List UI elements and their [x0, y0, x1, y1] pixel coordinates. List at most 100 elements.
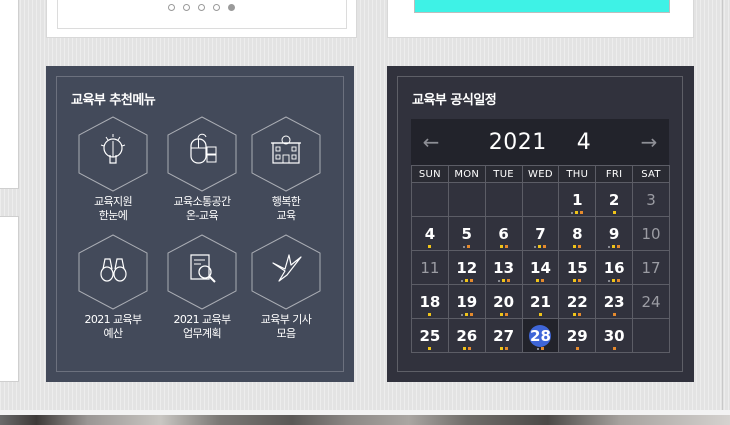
- calendar-day-7[interactable]: 7: [521, 216, 560, 251]
- menu-item-label: 2021 교육부 예산: [84, 313, 142, 340]
- weekday-thu: THU: [558, 165, 597, 183]
- event-markers: [412, 347, 448, 350]
- calendar-empty-cell: [521, 182, 560, 217]
- calendar-week-3: 11 12 13 14 15 16 17: [411, 250, 670, 285]
- event-markers: [412, 313, 448, 316]
- event-markers: [596, 313, 632, 316]
- slider-dot-4[interactable]: [213, 4, 220, 11]
- calendar-day-6[interactable]: 6: [484, 216, 523, 251]
- calendar-day-18[interactable]: 18: [411, 284, 449, 319]
- calendar-month: 4: [576, 129, 592, 155]
- event-markers: [559, 347, 595, 350]
- right-edge-divider: [722, 0, 723, 412]
- menu-item-label: 행복한 교육: [271, 195, 301, 222]
- calendar-day-16[interactable]: 16: [595, 250, 634, 285]
- menu-panel-title: 교육부 추천메뉴: [71, 93, 156, 108]
- calendar-empty-cell: [447, 182, 486, 217]
- document-search-icon: [167, 234, 237, 310]
- weekday-sat: SAT: [632, 165, 670, 183]
- menu-item-label: 2021 교육부 업무계획: [173, 313, 231, 340]
- menu-item-label: 교육부 기사 모음: [260, 313, 312, 340]
- event-markers: [596, 279, 632, 282]
- calendar-week-1: 123: [411, 182, 670, 217]
- idea-pen-icon: [78, 116, 148, 192]
- slider-dot-3[interactable]: [198, 4, 205, 11]
- calendar-day-21[interactable]: 21: [521, 284, 560, 319]
- event-markers: [523, 245, 559, 248]
- slider-dot-5[interactable]: [228, 4, 235, 11]
- slider-dot-2[interactable]: [183, 4, 190, 11]
- event-markers: [596, 347, 632, 350]
- event-markers: [596, 245, 632, 248]
- calendar-day-8[interactable]: 8: [558, 216, 597, 251]
- prev-month-arrow-icon[interactable]: ←: [411, 130, 451, 154]
- calendar-day-17[interactable]: 17: [632, 250, 670, 285]
- weekday-wed: WED: [521, 165, 560, 183]
- calendar-day-5[interactable]: 5: [447, 216, 486, 251]
- calendar-empty-cell: [632, 318, 670, 353]
- calendar-day-9[interactable]: 9: [595, 216, 634, 251]
- calendar-empty-cell: [484, 182, 523, 217]
- event-markers: [596, 211, 632, 214]
- calendar-day-27[interactable]: 27: [484, 318, 523, 353]
- event-markers: [449, 347, 485, 350]
- calendar-day-2[interactable]: 2: [595, 182, 634, 217]
- calendar-day-19[interactable]: 19: [447, 284, 486, 319]
- mouse-learning-icon: [167, 116, 237, 192]
- menu-item-3[interactable]: 행복한 교육: [246, 115, 326, 223]
- calendar-body: 1 2 3 4 5 6 7 8 9 10 11 12 13 14 15 16 17 18 19 20 21 22 23 24 2…: [411, 182, 670, 353]
- event-markers: [486, 347, 522, 350]
- calendar-day-14[interactable]: 14: [521, 250, 560, 285]
- weekday-header-row: SUN MON TUE WED THU FRI SAT: [411, 165, 670, 183]
- calendar-week-5: 25 26 27 28 29 30: [411, 318, 670, 353]
- event-markers: [559, 245, 595, 248]
- paper-crane-icon: [251, 234, 321, 310]
- calendar-day-28[interactable]: 28: [521, 318, 560, 353]
- calendar-day-13[interactable]: 13: [484, 250, 523, 285]
- calendar-day-10[interactable]: 10: [632, 216, 670, 251]
- event-markers: [449, 313, 485, 316]
- calendar-grid: SUN MON TUE WED THU FRI SAT 1 2 3 4 5 6 7 8 9 10 11 12 13 1…: [411, 165, 670, 353]
- event-markers: [559, 313, 595, 316]
- binoculars-icon: [78, 234, 148, 310]
- calendar-day-26[interactable]: 26: [447, 318, 486, 353]
- calendar-day-24[interactable]: 24: [632, 284, 670, 319]
- calendar-day-22[interactable]: 22: [558, 284, 597, 319]
- calendar-empty-cell: [411, 182, 449, 217]
- menu-item-2[interactable]: 교육소통공간 온-교육: [162, 115, 242, 223]
- slider-dot-1[interactable]: [168, 4, 175, 11]
- bottom-photo-strip: [0, 415, 730, 425]
- menu-item-1[interactable]: 교육지원 한눈에: [73, 115, 153, 223]
- calendar-day-25[interactable]: 25: [411, 318, 449, 353]
- calendar-day-1[interactable]: 1: [558, 182, 597, 217]
- calendar-day-15[interactable]: 15: [558, 250, 597, 285]
- calendar-day-30[interactable]: 30: [595, 318, 634, 353]
- event-markers: [486, 245, 522, 248]
- calendar-day-4[interactable]: 4: [411, 216, 449, 251]
- menu-item-6[interactable]: 교육부 기사 모음: [246, 233, 326, 341]
- menu-grid: 교육지원 한눈에 교육소통공간 온-교육 행복한 교육 2021 교육부 예산 2021…: [73, 115, 333, 355]
- calendar-day-20[interactable]: 20: [484, 284, 523, 319]
- menu-item-5[interactable]: 2021 교육부 업무계획: [162, 233, 242, 341]
- weekday-sun: SUN: [411, 165, 449, 183]
- slider-pagination: [47, 4, 356, 11]
- event-markers: [559, 279, 595, 282]
- calendar-day-29[interactable]: 29: [558, 318, 597, 353]
- event-markers: [523, 347, 559, 350]
- calendar-day-23[interactable]: 23: [595, 284, 634, 319]
- calendar-day-12[interactable]: 12: [447, 250, 486, 285]
- calendar-day-3[interactable]: 3: [632, 182, 670, 217]
- event-markers: [523, 279, 559, 282]
- calendar-day-11[interactable]: 11: [411, 250, 449, 285]
- event-markers: [559, 211, 595, 214]
- weekday-mon: MON: [447, 165, 486, 183]
- calendar-week-4: 18 19 20 21 22 23 24: [411, 284, 670, 319]
- menu-item-4[interactable]: 2021 교육부 예산: [73, 233, 153, 341]
- calendar-week-2: 4 5 6 7 8 9 10: [411, 216, 670, 251]
- next-month-arrow-icon[interactable]: →: [629, 130, 669, 154]
- left-edge-card-bottom: [0, 216, 19, 382]
- calendar-year-month: 2021 4: [489, 130, 592, 155]
- event-markers: [449, 245, 485, 248]
- menu-item-label: 교육지원 한눈에: [93, 195, 133, 222]
- cyan-banner[interactable]: [414, 0, 670, 13]
